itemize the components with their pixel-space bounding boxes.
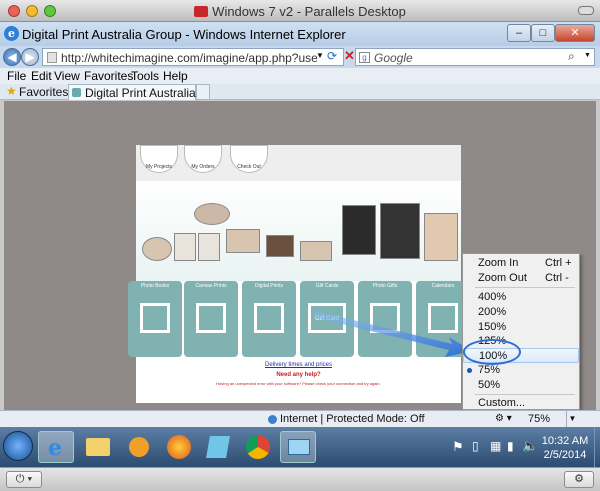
devices-icon[interactable]: ▯	[472, 439, 479, 453]
media-glyph-icon	[129, 437, 149, 457]
zoom-in-shortcut: Ctrl +	[545, 257, 572, 269]
menu-separator	[475, 287, 575, 288]
google-icon: g	[359, 52, 370, 63]
search-dropdown-icon[interactable]: ▼	[584, 52, 591, 59]
forward-arrow-icon[interactable]: ▶	[21, 48, 39, 66]
start-button[interactable]	[3, 431, 33, 461]
zoom-level-label: 75%	[478, 364, 501, 376]
notepad-icon[interactable]	[200, 431, 236, 463]
security-zone-text: Internet | Protected Mode: Off	[280, 413, 425, 425]
network-tray-icon[interactable]: ▦	[490, 439, 501, 453]
menu-separator	[475, 394, 575, 395]
zoom-out-item[interactable]: Zoom Out Ctrl -	[463, 271, 579, 286]
menu-favorites[interactable]: Favorites	[84, 69, 133, 83]
tab-digital-print[interactable]: Digital Print Australia ...	[68, 84, 209, 100]
back-arrow-icon[interactable]: ◀	[3, 48, 21, 66]
selected-radio-icon	[467, 368, 472, 373]
parallels-icon	[194, 6, 209, 17]
zoom-50-item[interactable]: 50%	[463, 378, 579, 393]
close-button[interactable]: ✕	[555, 24, 595, 42]
address-bar[interactable]: http://whitechimagine.com/imagine/app.ph…	[42, 48, 344, 66]
internet-explorer-icon: e	[4, 26, 19, 41]
network-icon[interactable]	[280, 431, 316, 463]
refresh-icon[interactable]: ⟳	[327, 49, 337, 63]
menu-view[interactable]: View	[54, 69, 80, 83]
tab-favicon-icon	[72, 88, 81, 97]
power-button[interactable]: ⏻ ▾	[6, 471, 42, 488]
zoom-custom-label: Custom...	[478, 397, 526, 409]
zoom-dropdown-icon[interactable]: ▼	[566, 411, 578, 427]
folder-glyph-icon	[86, 438, 110, 456]
zoom-75-item[interactable]: 75%	[463, 363, 579, 378]
mac-window-title-wrap: Windows 7 v2 - Parallels Desktop	[0, 4, 600, 19]
clock[interactable]: 10:32 AM 2/5/2014	[539, 434, 591, 462]
search-icon[interactable]: ⌕	[568, 49, 575, 64]
menu-tools[interactable]: Tools	[131, 69, 159, 83]
menu-file[interactable]: File	[7, 69, 26, 83]
ie-glyph-icon: e	[48, 435, 62, 461]
zoom-level-label: 50%	[478, 379, 501, 391]
fullscreen-toggle[interactable]	[578, 6, 594, 15]
new-tab-button[interactable]	[196, 84, 210, 100]
parallels-toolbar: ⏻ ▾ ⚙	[0, 467, 600, 491]
flag-icon[interactable]: ⚑	[452, 439, 464, 455]
zoom-out-shortcut: Ctrl -	[545, 272, 569, 284]
annotation-highlight-oval	[463, 339, 521, 365]
chrome-icon[interactable]	[240, 431, 276, 463]
ie-titlebar: e Digital Print Australia Group - Window…	[0, 22, 600, 46]
ie-window-title: Digital Print Australia Group - Windows …	[22, 27, 346, 42]
favorites-bar: ★ Favorites Digital Print Australia ...	[0, 84, 600, 100]
zoom-400-item[interactable]: 400%	[463, 290, 579, 305]
tab-title: Digital Print Australia ...	[85, 86, 210, 100]
zoom-tool-icon[interactable]: ⚙ ▾	[495, 413, 512, 424]
page-icon	[47, 52, 57, 63]
zoom-level-button[interactable]: 75%	[528, 413, 550, 425]
zoom-200-item[interactable]: 200%	[463, 305, 579, 320]
favorites-button[interactable]: Favorites	[19, 85, 68, 99]
mac-window-title: Windows 7 v2 - Parallels Desktop	[212, 4, 406, 19]
menu-bar: File Edit View Favorites Tools Help	[0, 68, 600, 84]
firefox-glyph-icon	[167, 435, 191, 459]
zoom-level-label: 150%	[478, 321, 507, 333]
mac-titlebar: Windows 7 v2 - Parallels Desktop	[0, 0, 600, 22]
zoom-out-label: Zoom Out	[478, 272, 527, 284]
zoom-in-label: Zoom In	[478, 257, 519, 269]
show-desktop-button[interactable]	[594, 427, 600, 467]
volume-icon[interactable]: 🔈	[522, 438, 538, 454]
taskbar: e ⚑ ▯ ▦ ▮ 🔈 10:32 AM 2/5/2014	[0, 427, 600, 467]
zoom-level-label: 200%	[478, 306, 507, 318]
notepad-glyph-icon	[206, 436, 230, 458]
globe-icon	[268, 415, 277, 424]
menu-help[interactable]: Help	[163, 69, 188, 83]
zoom-menu: Zoom In Ctrl + Zoom Out Ctrl - 400% 200% 1…	[462, 253, 580, 410]
zoom-in-item[interactable]: Zoom In Ctrl +	[463, 256, 579, 271]
clock-time: 10:32 AM	[541, 435, 589, 447]
search-input[interactable]: Google	[374, 51, 413, 65]
navigation-bar: ◀ ▶ http://whitechimagine.com/imagine/ap…	[0, 46, 600, 68]
search-box[interactable]: g Google ⌕ ▼	[355, 48, 595, 66]
zoom-150-item[interactable]: 150%	[463, 320, 579, 335]
clock-date: 2/5/2014	[543, 449, 587, 461]
zoom-custom-item[interactable]: Custom...	[463, 396, 579, 411]
dropdown-arrow-icon[interactable]: ▼	[316, 51, 324, 60]
status-bar: Internet | Protected Mode: Off ⚙ ▾ 75% ▼	[0, 410, 600, 427]
maximize-button[interactable]: □	[531, 24, 555, 42]
network-glyph-icon	[288, 439, 310, 455]
internet-explorer-taskbar-icon[interactable]: e	[38, 431, 74, 463]
chrome-glyph-icon	[246, 435, 270, 459]
address-input[interactable]: http://whitechimagine.com/imagine/app.ph…	[61, 51, 317, 65]
settings-gear-icon[interactable]: ⚙	[564, 471, 594, 488]
folder-icon[interactable]	[80, 431, 116, 463]
minimize-button[interactable]: –	[507, 24, 531, 42]
battery-icon[interactable]: ▮	[507, 439, 514, 453]
media-player-icon[interactable]	[121, 431, 157, 463]
firefox-icon[interactable]	[161, 431, 197, 463]
star-icon[interactable]: ★	[6, 84, 17, 98]
zoom-level-label: 400%	[478, 291, 507, 303]
stop-icon[interactable]: ✕	[344, 48, 355, 64]
menu-edit[interactable]: Edit	[31, 69, 52, 83]
